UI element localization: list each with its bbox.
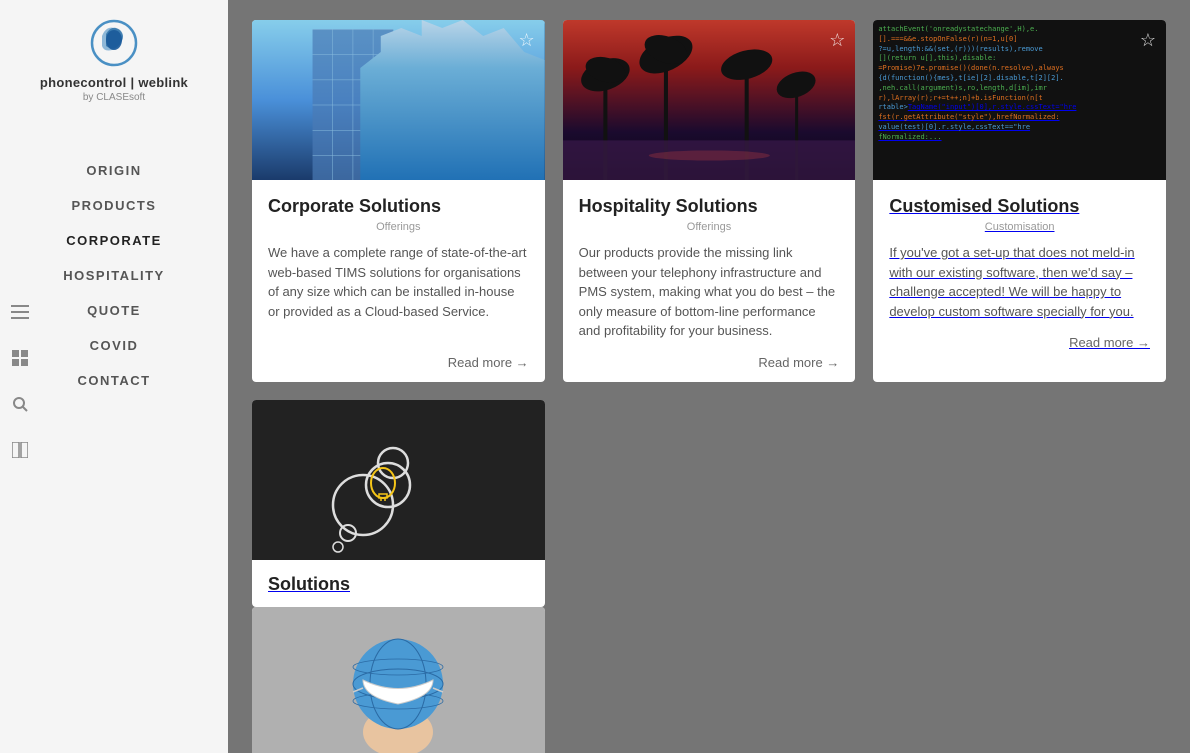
main-content: ☆ Corporate Solutions Offerings We have … <box>228 0 1190 753</box>
card-star-hospitality[interactable]: ☆ <box>829 30 845 51</box>
brand-name: phonecontrol | weblink <box>40 75 188 90</box>
card-text-customised: If you've got a set-up that does not mel… <box>889 243 1150 321</box>
card-body-solutions: Solutions <box>252 560 545 607</box>
card-body-corporate: Corporate Solutions Offerings We have a … <box>252 180 545 382</box>
cards-grid: ☆ Corporate Solutions Offerings We have … <box>252 20 1166 753</box>
card-subtitle-hospitality: Offerings <box>579 221 840 233</box>
card-body-customised: Customised Solutions Customisation If yo… <box>873 180 1166 362</box>
nav-item-products[interactable]: PRODUCTS <box>0 188 228 223</box>
nav-item-quote[interactable]: QUOTE <box>0 293 228 328</box>
card-body-hospitality: Hospitality Solutions Offerings Our prod… <box>563 180 856 382</box>
card-text-hospitality: Our products provide the missing link be… <box>579 243 840 341</box>
card-image-code: attachEvent('onreadystatechange',H),e. [… <box>873 20 1166 180</box>
card-text-corporate: We have a complete range of state-of-the… <box>268 243 529 341</box>
search-icon[interactable] <box>8 392 32 416</box>
card-title-hospitality: Hospitality Solutions <box>579 196 840 217</box>
side-icons <box>8 300 32 462</box>
card-corporate-solutions: ☆ Corporate Solutions Offerings We have … <box>252 20 545 382</box>
card-image-lightbulb <box>252 400 545 560</box>
card-star-corporate[interactable]: ☆ <box>519 30 535 51</box>
card-solutions: Solutions <box>252 400 545 607</box>
nav-item-covid[interactable]: COVID <box>0 328 228 363</box>
card-image-globe <box>252 607 545 753</box>
nav-item-contact[interactable]: CONTACT <box>0 363 228 398</box>
logo-area: phonecontrol | weblink by CLASEsoft <box>40 16 188 103</box>
sidebar: phonecontrol | weblink by CLASEsoft ORIG… <box>0 0 228 753</box>
panels-icon[interactable] <box>8 438 32 462</box>
card-star-customised[interactable]: ☆ <box>1140 30 1156 51</box>
card-image-corporate <box>252 20 545 180</box>
card-title-customised: Customised Solutions <box>889 196 1150 217</box>
card-readmore-corporate[interactable]: Read more → <box>268 355 529 370</box>
nav-item-corporate[interactable]: CORPORATE <box>0 223 228 258</box>
card-hospitality-solutions: ☆ Hospitality Solutions Offerings Our pr… <box>563 20 856 382</box>
card-readmore-customised[interactable]: Read more → <box>889 335 1150 350</box>
nav-item-hospitality[interactable]: HOSPITALITY <box>0 258 228 293</box>
menu-icon[interactable] <box>8 300 32 324</box>
brand-sub: by CLASEsoft <box>83 92 145 103</box>
card-subtitle-customised: Customisation <box>889 221 1150 233</box>
card-image-hospitality <box>563 20 856 180</box>
nav-item-origin[interactable]: ORIGIN <box>0 153 228 188</box>
card-title-corporate: Corporate Solutions <box>268 196 529 217</box>
card-readmore-hospitality[interactable]: Read more → <box>579 355 840 370</box>
card-title-solutions: Solutions <box>268 574 529 595</box>
nav-links: ORIGIN PRODUCTS CORPORATE HOSPITALITY QU… <box>0 153 228 398</box>
card-covid <box>252 607 545 753</box>
logo-icon <box>84 16 144 71</box>
grid-icon[interactable] <box>8 346 32 370</box>
card-customised-solutions: attachEvent('onreadystatechange',H),e. [… <box>873 20 1166 382</box>
card-subtitle-corporate: Offerings <box>268 221 529 233</box>
